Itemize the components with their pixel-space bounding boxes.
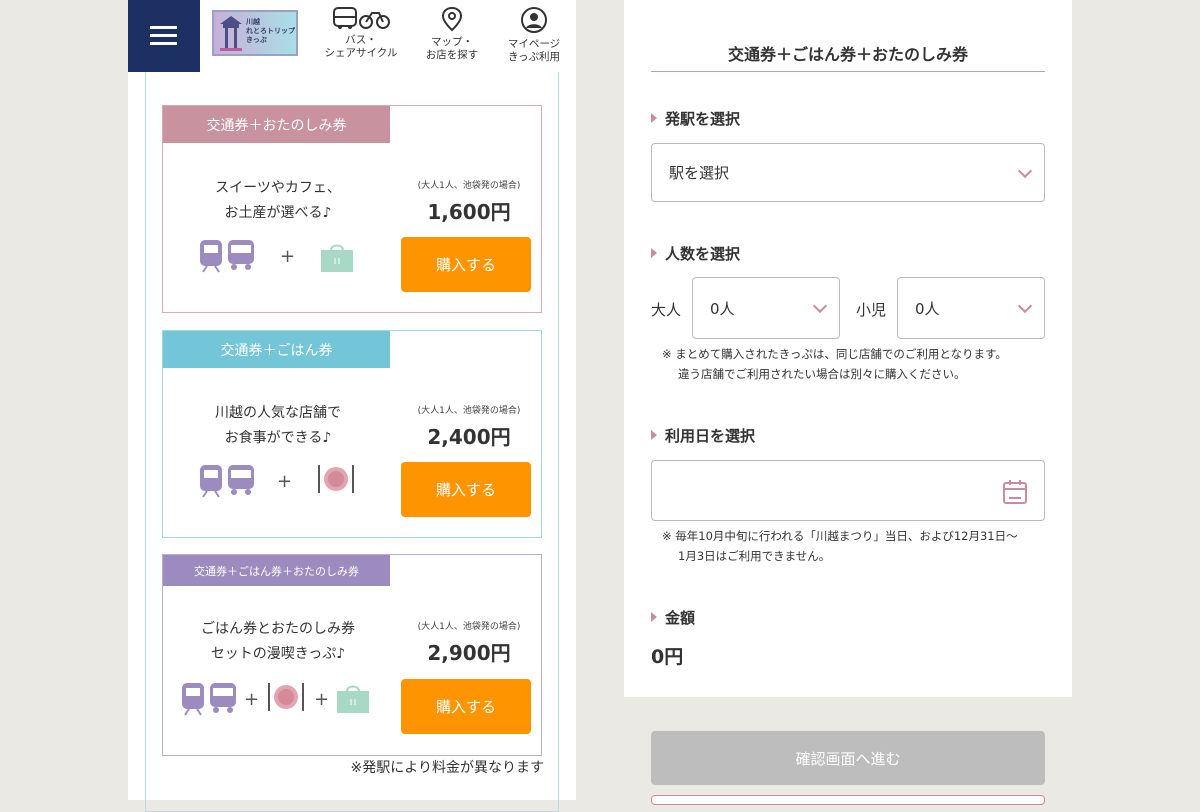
user-icon	[521, 7, 547, 33]
people-label-text: 人数を選択	[665, 245, 741, 263]
plus-sign: +	[280, 246, 296, 267]
ticket-card-gohan: 交通券＋ごはん券 川越の人気な店舗で お食事ができる♪ + (大人1人、池袋発の…	[162, 330, 542, 538]
nav-map-shops[interactable]: マップ・ お店を探す	[408, 6, 496, 62]
shopping-bag-icon	[337, 685, 369, 713]
child-label: 小児	[856, 301, 887, 319]
people-note-line1: ※ まとめて購入されたきっぷは、同じ店舗でのご利用となります。	[662, 347, 1007, 361]
card-desc-line1: スイーツやカフェ、	[215, 180, 341, 196]
adult-count-value: 0人	[710, 299, 735, 318]
ticket-card-otanoshimi: 交通券＋おたのしみ券 スイーツやカフェ、 お土産が選べる♪ + (大人1人、池袋…	[162, 105, 542, 313]
plate-cutlery-icon	[268, 683, 304, 711]
date-note: ※ 毎年10月中旬に行われる「川越まつり」当日、および12月31日〜 1月3日は…	[662, 526, 1018, 566]
logo-text-line3: きっぷ	[246, 36, 267, 44]
train-bus-icon	[182, 683, 236, 716]
amount-section-label: 金額	[651, 607, 695, 628]
plus-sign: +	[314, 689, 330, 710]
buy-button[interactable]: 購入する	[401, 679, 531, 734]
people-note: ※ まとめて購入されたきっぷは、同じ店舗でのご利用となります。 違う店舗でご利用…	[662, 344, 1007, 384]
station-select[interactable]: 駅を選択	[651, 143, 1045, 202]
triangle-bullet-icon	[651, 113, 657, 123]
nav-bus-sharecycle[interactable]: バス・ シェアサイクル	[317, 6, 405, 60]
plate-cutlery-icon	[318, 465, 354, 493]
price-footnote: ※発駅により料金が異なります	[350, 760, 544, 776]
child-count-select[interactable]: 0人	[897, 277, 1045, 339]
card-desc-line2: お食事ができる♪	[224, 430, 332, 446]
price: 1,600円	[427, 200, 511, 224]
nav-bus-label-2: シェアサイクル	[324, 47, 398, 59]
nav-mypage[interactable]: マイページ きっぷ利用	[490, 6, 578, 64]
child-count-value: 0人	[915, 299, 940, 318]
nav-map-label-2: お店を探す	[425, 49, 479, 61]
station-select-value: 駅を選択	[669, 164, 730, 182]
train-bus-icon	[200, 240, 254, 273]
chevron-down-icon	[1017, 163, 1033, 178]
date-note-line2: 1月3日はご利用できません。	[678, 549, 831, 563]
price-note: (大人1人、池袋発の場合)	[417, 181, 521, 191]
price-note: (大人1人、池袋発の場合)	[417, 622, 521, 632]
card-tab-label: 交通券＋ごはん券＋おたのしみ券	[163, 555, 390, 586]
card-description: ごはん券とおたのしみ券 セットの漫喫きっぷ♪	[163, 617, 393, 667]
date-input[interactable]	[651, 460, 1045, 521]
logo-text-line2: れとろトリップ	[246, 27, 295, 35]
form-title: 交通券＋ごはん券＋おたのしみ券	[651, 41, 1045, 72]
station-section-label: 発駅を選択	[651, 108, 740, 129]
amount-value: 0円	[651, 646, 684, 668]
card-tab-label: 交通券＋おたのしみ券	[163, 106, 390, 143]
people-section-label: 人数を選択	[651, 243, 740, 264]
price: 2,900円	[427, 641, 511, 665]
chevron-down-icon	[812, 298, 828, 314]
purchase-form-panel: 交通券＋ごはん券＋おたのしみ券 発駅を選択 駅を選択 人数を選択 大人 0人 小…	[624, 0, 1072, 805]
nav-bus-label-1: バス・	[345, 34, 377, 46]
shopping-bag-icon	[321, 244, 353, 272]
nav-mypage-label-1: マイページ	[507, 38, 561, 50]
price-note: (大人1人、池袋発の場合)	[417, 406, 521, 416]
plus-sign: +	[244, 689, 260, 710]
triangle-bullet-icon	[651, 430, 657, 440]
confirm-button[interactable]: 確認画面へ進む	[651, 731, 1045, 785]
nav-map-label-1: マップ・	[431, 36, 473, 48]
card-tab-label: 交通券＋ごはん券	[163, 331, 390, 368]
bell-tower-logo-icon	[220, 16, 242, 51]
card-desc-line2: お土産が選べる♪	[224, 205, 332, 221]
card-desc-line2: セットの漫喫きっぷ♪	[210, 646, 346, 662]
price: 2,400円	[427, 425, 511, 449]
triangle-bullet-icon	[651, 248, 657, 258]
card-description: 川越の人気な店舗で お食事ができる♪	[163, 401, 393, 451]
nav-mypage-label-2: きっぷ利用	[507, 51, 561, 63]
station-label-text: 発駅を選択	[665, 110, 741, 128]
hamburger-menu-button[interactable]	[128, 0, 200, 72]
card-description: スイーツやカフェ、 お土産が選べる♪	[163, 176, 393, 226]
amount-label-text: 金額	[665, 609, 696, 627]
adult-count-select[interactable]: 0人	[692, 277, 840, 339]
chevron-down-icon	[1017, 298, 1033, 314]
secondary-button-partial[interactable]	[651, 795, 1045, 805]
buy-button[interactable]: 購入する	[401, 462, 531, 517]
ticket-list-panel: 川越 れとろトリップ きっぷ バス・ シェアサイクル マップ・ お店を探す マイ…	[128, 0, 578, 812]
plus-sign: +	[277, 471, 293, 492]
buy-button[interactable]: 購入する	[401, 237, 531, 292]
date-label-text: 利用日を選択	[665, 427, 756, 445]
date-section-label: 利用日を選択	[651, 425, 755, 446]
logo-text-line1: 川越	[246, 18, 260, 26]
people-note-line2: 違う店舗でご利用されたい場合は別々に購入ください。	[678, 367, 966, 381]
site-logo[interactable]: 川越 れとろトリップ きっぷ	[212, 10, 298, 56]
card-desc-line1: ごはん券とおたのしみ券	[201, 621, 355, 637]
card-desc-line1: 川越の人気な店舗で	[215, 405, 341, 421]
date-note-line1: ※ 毎年10月中旬に行われる「川越まつり」当日、および12月31日〜	[662, 529, 1018, 543]
train-bus-icon	[200, 465, 254, 498]
calendar-icon[interactable]	[1002, 479, 1028, 505]
ticket-card-gohan-otanoshimi: 交通券＋ごはん券＋おたのしみ券 ごはん券とおたのしみ券 セットの漫喫きっぷ♪ +…	[162, 554, 542, 756]
bus-bicycle-icon	[333, 7, 390, 29]
triangle-bullet-icon	[651, 612, 657, 622]
map-pin-icon	[441, 6, 463, 32]
adult-label: 大人	[651, 301, 682, 319]
